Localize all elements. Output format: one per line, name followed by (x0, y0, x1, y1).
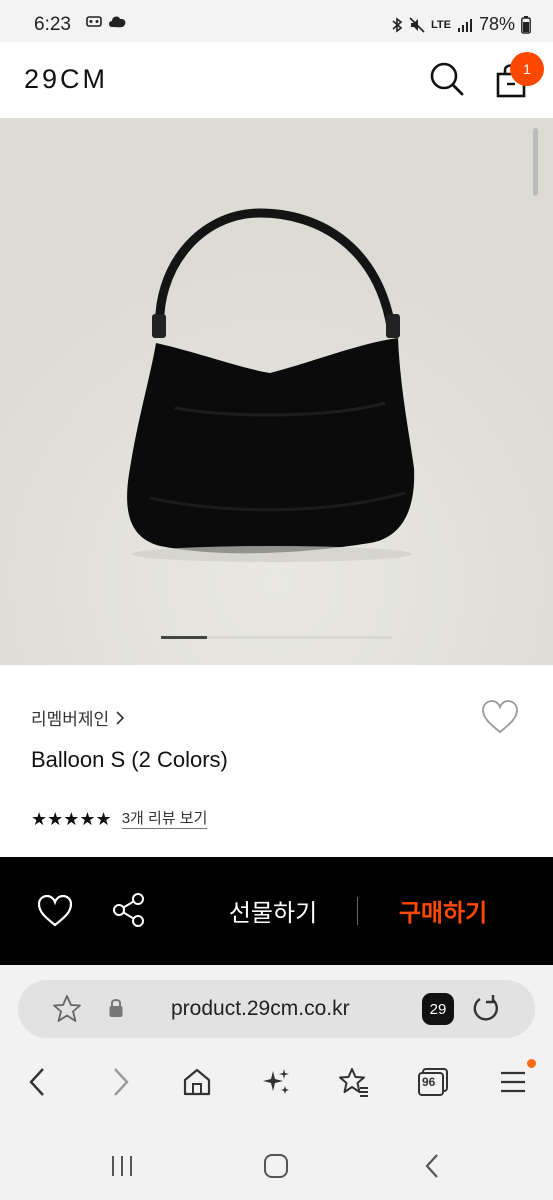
carousel-indicator-active (161, 636, 207, 639)
heart-icon[interactable] (36, 893, 74, 929)
menu-icon[interactable] (493, 1062, 533, 1102)
status-time: 6:23 (34, 14, 71, 35)
refresh-icon[interactable] (471, 994, 501, 1024)
bookmarks-icon[interactable] (334, 1062, 374, 1102)
lock-icon (109, 999, 123, 1017)
search-icon[interactable] (428, 60, 466, 98)
recent-apps-icon[interactable] (102, 1148, 142, 1184)
brand-link[interactable]: 리멤버제인 (31, 705, 125, 730)
battery-percent: 78% (478, 14, 515, 34)
address-bar[interactable]: product.29cm.co.kr 29 (18, 980, 535, 1038)
product-info: 리멤버제인 Balloon S (2 Colors) ★★★★★ 3개 리뷰 보… (0, 665, 553, 857)
url-text[interactable]: product.29cm.co.kr (171, 997, 350, 1021)
brand-name: 리멤버제인 (31, 710, 110, 729)
browser-chrome: product.29cm.co.kr 29 96 (0, 965, 553, 1200)
buy-button[interactable]: 구매하기 (375, 893, 511, 928)
page-scrollbar[interactable] (533, 128, 538, 196)
system-nav-bar (0, 1140, 553, 1190)
review-link[interactable]: 3개 리뷰 보기 (121, 810, 208, 829)
menu-notification-dot (527, 1059, 536, 1068)
bag-illustration (0, 118, 553, 665)
home-button-icon[interactable] (256, 1148, 296, 1184)
share-icon[interactable] (110, 891, 148, 929)
carousel-indicator-track (207, 636, 392, 639)
tabs-96-label: 96 (422, 1075, 436, 1089)
status-bar: 6:23 LTE 78% (0, 0, 553, 42)
bookmark-star-icon[interactable] (52, 994, 82, 1024)
rating-row: ★★★★★ 3개 리뷰 보기 (31, 809, 208, 830)
back-icon[interactable] (18, 1062, 58, 1102)
forward-icon[interactable] (100, 1062, 140, 1102)
network-type: LTE (431, 18, 451, 31)
cart-count-badge: 1 (510, 52, 544, 86)
browser-nav-row: 96 (0, 1062, 553, 1110)
back-button-icon[interactable] (412, 1148, 452, 1184)
wishlist-heart-icon[interactable] (480, 698, 520, 736)
app-header: 29CM (0, 42, 553, 118)
product-image[interactable] (0, 118, 553, 665)
gift-button[interactable]: 선물하기 (208, 893, 338, 928)
logo[interactable]: 29CM (24, 64, 108, 95)
signal-icon (457, 18, 472, 32)
mute-icon (409, 16, 425, 33)
voicemail-icon (86, 16, 102, 27)
tabs-96-icon[interactable]: 96 (413, 1062, 453, 1102)
bluetooth-icon (392, 16, 403, 33)
cloud-icon (109, 16, 126, 28)
battery-icon (521, 15, 531, 34)
tab-count-badge[interactable]: 29 (422, 993, 454, 1025)
chevron-right-icon (116, 710, 125, 725)
home-icon[interactable] (177, 1062, 217, 1102)
action-divider (357, 897, 358, 925)
sparkle-icon[interactable] (256, 1062, 296, 1102)
product-title: Balloon S (2 Colors) (31, 747, 228, 772)
rating-stars: ★★★★★ (31, 809, 112, 829)
purchase-action-bar: 선물하기 구매하기 (0, 857, 553, 965)
